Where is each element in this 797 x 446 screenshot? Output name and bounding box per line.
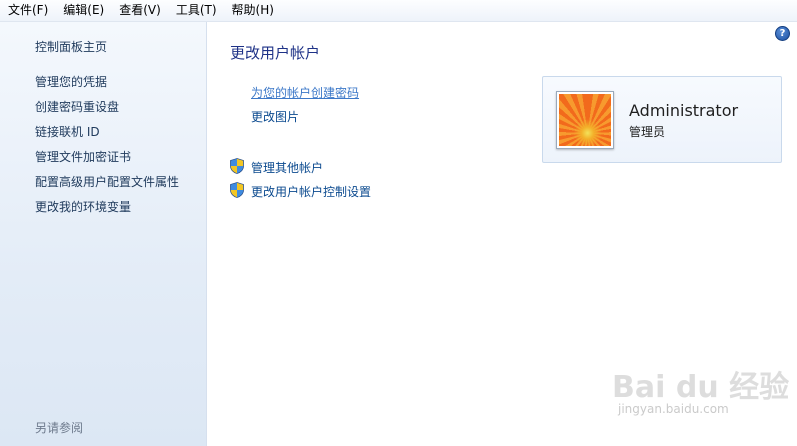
- watermark-url: jingyan.baidu.com: [618, 402, 729, 416]
- link-online-id-link[interactable]: 链接联机 ID: [35, 123, 100, 140]
- page-title: 更改用户帐户: [230, 44, 321, 62]
- menu-file[interactable]: 文件(F): [0, 0, 55, 21]
- flower-image: [559, 94, 611, 146]
- see-also-heading: 另请参阅: [35, 421, 84, 435]
- uac-shield-icon: [230, 182, 244, 198]
- manage-credentials-link[interactable]: 管理您的凭据: [35, 73, 107, 90]
- main-content: ? 更改用户帐户 为您的帐户创建密码 更改图片 管理其他帐户 更改用户帐户控制设…: [207, 22, 797, 446]
- change-picture-link[interactable]: 更改图片: [251, 108, 299, 125]
- create-password-reset-disk-link[interactable]: 创建密码重设盘: [35, 98, 119, 115]
- account-name: Administrator: [629, 101, 739, 120]
- advanced-profile-properties-link[interactable]: 配置高级用户配置文件属性: [35, 173, 179, 190]
- change-uac-settings-link[interactable]: 更改用户帐户控制设置: [251, 183, 371, 200]
- account-type: 管理员: [629, 125, 666, 139]
- manage-other-accounts-link[interactable]: 管理其他帐户: [251, 159, 323, 176]
- menu-edit[interactable]: 编辑(E): [55, 0, 111, 21]
- baidu-watermark: Bai du 经验 jingyan.baidu.com: [612, 362, 789, 424]
- left-task-pane: 控制面板主页 管理您的凭据 创建密码重设盘 链接联机 ID 管理文件加密证书 配…: [0, 22, 207, 446]
- menu-tools[interactable]: 工具(T): [168, 0, 224, 21]
- menu-view[interactable]: 查看(V): [111, 0, 168, 21]
- help-icon[interactable]: ?: [775, 26, 790, 41]
- account-picture: [556, 91, 614, 149]
- menu-bar: 文件(F) 编辑(E) 查看(V) 工具(T) 帮助(H): [0, 0, 797, 22]
- create-password-link[interactable]: 为您的帐户创建密码: [251, 84, 359, 101]
- watermark-logo-text: Bai du 经验: [612, 370, 790, 405]
- account-card: Administrator 管理员: [542, 76, 782, 163]
- menu-help[interactable]: 帮助(H): [224, 0, 281, 21]
- uac-shield-icon: [230, 158, 244, 174]
- change-environment-variables-link[interactable]: 更改我的环境变量: [35, 198, 131, 215]
- manage-encryption-certificates-link[interactable]: 管理文件加密证书: [35, 148, 131, 165]
- control-panel-home-link[interactable]: 控制面板主页: [35, 38, 107, 55]
